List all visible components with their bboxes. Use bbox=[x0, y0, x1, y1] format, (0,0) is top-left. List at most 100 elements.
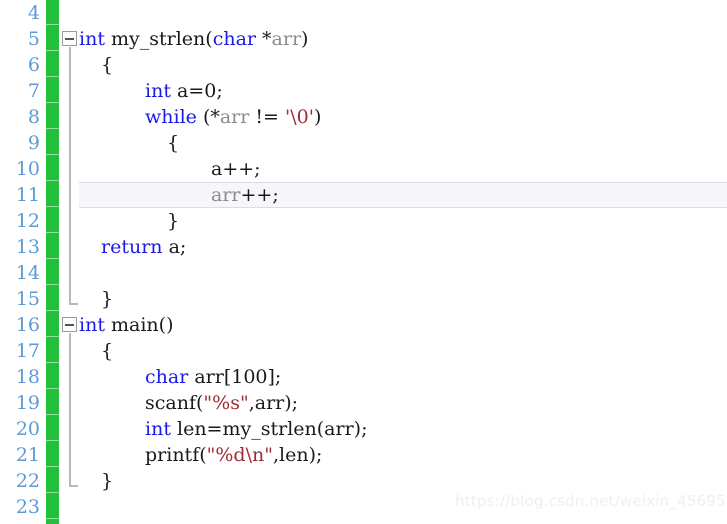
line-number: 9 bbox=[27, 132, 40, 154]
code-line[interactable]: int main() bbox=[79, 312, 173, 338]
code-token-pn: a=0; bbox=[170, 80, 223, 102]
change-marker-segment bbox=[46, 104, 59, 129]
change-marker-segment bbox=[46, 468, 59, 493]
code-token-pn: printf( bbox=[145, 444, 207, 466]
change-marker-segment bbox=[46, 208, 59, 233]
change-marker-segment bbox=[46, 0, 59, 25]
line-number: 14 bbox=[15, 262, 40, 284]
code-line[interactable]: while (*arr != '\0') bbox=[145, 104, 321, 130]
line-number: 20 bbox=[15, 418, 40, 440]
change-marker-segment bbox=[46, 390, 59, 415]
change-marker-segment bbox=[46, 442, 59, 467]
code-token-kw: while bbox=[145, 106, 197, 128]
code-token-pn: { bbox=[101, 340, 114, 362]
code-token-pn: } bbox=[101, 470, 114, 492]
code-token-pn: (* bbox=[196, 106, 220, 128]
code-line[interactable]: int len=my_strlen(arr); bbox=[145, 416, 367, 442]
line-number: 12 bbox=[15, 210, 40, 232]
code-line[interactable]: a++; bbox=[211, 156, 261, 182]
fold-collapse-icon[interactable] bbox=[62, 31, 77, 46]
fold-collapse-icon[interactable] bbox=[62, 317, 77, 332]
change-marker-segment bbox=[46, 182, 59, 207]
code-token-kw: return bbox=[101, 236, 163, 258]
change-marker-bar bbox=[46, 0, 59, 524]
code-token-pn: a; bbox=[162, 236, 187, 258]
code-token-pn: scanf( bbox=[145, 392, 204, 414]
code-line[interactable]: } bbox=[101, 468, 113, 494]
change-marker-segment bbox=[46, 156, 59, 181]
code-token-kw: int bbox=[145, 418, 171, 440]
code-token-pn: len=my_strlen(arr); bbox=[170, 418, 368, 440]
fold-region-line bbox=[69, 338, 71, 364]
code-line[interactable]: int a=0; bbox=[145, 78, 223, 104]
code-token-pn: { bbox=[167, 132, 180, 154]
code-editor[interactable]: 4 5 6 7 8 9 10 11 12 13 14 15 16 17 18 19 20 21 22 23 int m… bbox=[0, 0, 727, 524]
code-token-pn: my_strlen bbox=[104, 28, 206, 50]
code-line[interactable]: arr++; bbox=[211, 182, 279, 208]
code-line[interactable]: { bbox=[101, 52, 113, 78]
line-number: 10 bbox=[15, 158, 40, 180]
code-token-str: "%d\n" bbox=[206, 444, 273, 466]
code-line[interactable]: return a; bbox=[101, 234, 186, 260]
fold-region-line bbox=[69, 52, 71, 78]
fold-region-line bbox=[69, 130, 71, 156]
code-line[interactable]: int my_strlen(char *arr) bbox=[79, 26, 308, 52]
code-line[interactable]: scanf("%s",arr); bbox=[145, 390, 298, 416]
fold-region-line bbox=[69, 78, 71, 104]
code-line[interactable]: { bbox=[101, 338, 113, 364]
fold-region-line bbox=[69, 416, 71, 442]
code-line[interactable]: printf("%d\n",len); bbox=[145, 442, 322, 468]
code-token-kw: int bbox=[145, 80, 171, 102]
code-token-kw: char bbox=[145, 366, 189, 388]
code-line[interactable]: } bbox=[167, 208, 179, 234]
fold-region-line bbox=[69, 156, 71, 182]
line-number: 11 bbox=[15, 184, 40, 206]
watermark-url: https://blog.csdn.net/weixin_45695870 bbox=[455, 492, 727, 510]
code-token-pn: ,len); bbox=[272, 444, 323, 466]
fold-region-line bbox=[69, 260, 71, 286]
code-line[interactable]: { bbox=[167, 130, 179, 156]
code-token-var: arr bbox=[219, 106, 250, 128]
line-number: 16 bbox=[15, 314, 40, 336]
change-marker-segment bbox=[46, 312, 59, 337]
line-number: 13 bbox=[15, 236, 40, 258]
code-token-pn: } bbox=[101, 288, 114, 310]
change-marker-segment bbox=[46, 26, 59, 51]
fold-region-line bbox=[69, 182, 71, 208]
change-marker-segment bbox=[46, 234, 59, 259]
fold-region-end-marker bbox=[69, 303, 78, 305]
code-token-kw: int bbox=[79, 28, 105, 50]
line-number: 4 bbox=[27, 2, 40, 24]
fold-region-line bbox=[69, 390, 71, 416]
code-line[interactable]: } bbox=[101, 286, 113, 312]
code-token-str: "%s" bbox=[203, 392, 249, 414]
change-marker-segment bbox=[46, 364, 59, 389]
change-marker-segment bbox=[46, 338, 59, 363]
code-token-pn: { bbox=[101, 54, 114, 76]
fold-region-line bbox=[69, 442, 71, 468]
change-marker-segment bbox=[46, 416, 59, 441]
current-line-highlight bbox=[79, 182, 727, 208]
code-text-area[interactable]: int my_strlen(char *arr){int a=0; while (… bbox=[79, 0, 727, 524]
code-token-pn: a++; bbox=[211, 158, 261, 180]
code-line[interactable]: char arr[100]; bbox=[145, 364, 281, 390]
line-number: 8 bbox=[27, 106, 40, 128]
line-number: 6 bbox=[27, 54, 40, 76]
change-marker-segment bbox=[46, 52, 59, 77]
change-marker-segment bbox=[46, 260, 59, 285]
code-token-pn: } bbox=[167, 210, 180, 232]
change-marker-segment bbox=[46, 130, 59, 155]
code-token-var: arr bbox=[211, 184, 241, 206]
code-token-pn: ) bbox=[301, 28, 309, 50]
code-folding-gutter[interactable] bbox=[59, 0, 79, 524]
code-token-str: '\0' bbox=[285, 106, 314, 128]
line-number: 21 bbox=[15, 444, 40, 466]
code-token-kw: char bbox=[212, 28, 256, 50]
code-token-pn: != bbox=[249, 106, 285, 128]
code-token-pn: arr[100]; bbox=[188, 366, 282, 388]
change-marker-segment bbox=[46, 286, 59, 311]
line-number: 5 bbox=[27, 28, 40, 50]
line-number: 19 bbox=[15, 392, 40, 414]
code-token-pn: ++; bbox=[240, 184, 279, 206]
code-token-kw: int bbox=[79, 314, 105, 336]
